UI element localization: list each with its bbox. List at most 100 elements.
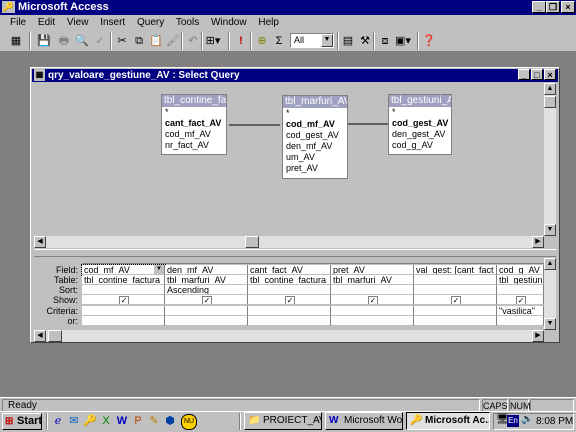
field-item[interactable]: * xyxy=(389,107,451,118)
field-cell[interactable]: cant_fact_AV xyxy=(248,265,331,275)
sort-cell[interactable] xyxy=(82,285,165,295)
table-cell[interactable]: tbl_marfuri_AV xyxy=(331,275,414,285)
field-item[interactable]: cod_gest_AV xyxy=(389,118,451,129)
outlook-express-icon[interactable]: ✉ xyxy=(67,414,81,428)
sort-cell[interactable] xyxy=(414,285,497,295)
show-cell[interactable]: ✓ xyxy=(414,295,497,305)
chevron-down-icon[interactable]: ▼ xyxy=(153,265,164,274)
scroll-left-arrow-icon[interactable]: ◀ xyxy=(34,330,46,342)
field-cell[interactable]: cod_mf_AV ▼ xyxy=(81,264,166,276)
task-label: Microsoft Word ... xyxy=(344,415,403,426)
scroll-right-arrow-icon[interactable]: ▶ xyxy=(532,330,544,342)
frontpage-icon[interactable]: ⬢ xyxy=(163,414,177,428)
word-shortcut-icon[interactable]: W xyxy=(115,414,129,428)
criteria-cell[interactable]: "vasilica" xyxy=(497,306,544,316)
show-cell[interactable]: ✓ xyxy=(497,295,544,305)
show-checkbox[interactable]: ✓ xyxy=(368,296,378,304)
row-label-table: Table: xyxy=(53,275,78,285)
table-box-gestiuni[interactable]: tbl_gestiuni_AV * cod_gest_AV den_gest_A… xyxy=(388,94,452,155)
field-item[interactable]: cod_gest_AV xyxy=(283,130,347,141)
show-checkbox[interactable]: ✓ xyxy=(516,296,526,304)
sort-cell[interactable]: Ascending xyxy=(165,285,248,295)
access-shortcut-icon[interactable]: 🔑 xyxy=(83,414,97,428)
field-item[interactable]: pret_AV xyxy=(283,163,347,174)
criteria-cell[interactable] xyxy=(82,306,165,316)
scroll-thumb[interactable] xyxy=(48,330,62,342)
volume-icon[interactable]: 🔊 xyxy=(521,414,533,425)
table-box-contine-factura[interactable]: tbl_contine_factu * cant_fact_AV cod_mf_… xyxy=(161,94,227,155)
clock: 8:08 PM xyxy=(536,416,574,427)
status-bar: Ready CAPS NUM xyxy=(0,397,576,412)
sort-cell[interactable] xyxy=(248,285,331,295)
criteria-cell[interactable] xyxy=(414,306,497,316)
language-indicator[interactable]: En xyxy=(507,415,519,427)
scroll-down-arrow-icon[interactable]: ▼ xyxy=(544,224,556,236)
or-cell[interactable] xyxy=(414,316,497,326)
scroll-up-arrow-icon[interactable]: ▲ xyxy=(544,83,556,95)
task-label: Microsoft Ac... xyxy=(425,415,490,426)
folder-icon: 📁 xyxy=(248,415,261,426)
scroll-right-arrow-icon[interactable]: ▶ xyxy=(532,236,544,248)
field-item[interactable]: cant_fact_AV xyxy=(162,118,226,129)
table-cell[interactable]: tbl_contine_factura xyxy=(82,275,165,285)
scroll-up-arrow-icon[interactable]: ▲ xyxy=(544,258,556,270)
field-item[interactable]: * xyxy=(283,108,347,119)
table-pane-horizontal-scrollbar[interactable] xyxy=(34,236,544,248)
show-checkbox[interactable]: ✓ xyxy=(285,296,295,304)
sort-cell[interactable] xyxy=(497,285,544,295)
table-cell[interactable] xyxy=(414,275,497,285)
field-item[interactable]: cod_g_AV xyxy=(389,140,451,151)
table-cell[interactable]: tbl_gestiuni_A xyxy=(497,275,544,285)
or-cell[interactable] xyxy=(248,316,331,326)
table-cell[interactable]: tbl_marfuri_AV xyxy=(165,275,248,285)
field-item[interactable]: cod_mf_AV xyxy=(162,129,226,140)
start-button[interactable]: ⊞ Start xyxy=(2,413,42,430)
or-cell[interactable] xyxy=(497,316,544,326)
scroll-down-arrow-icon[interactable]: ▼ xyxy=(544,318,556,330)
field-item[interactable]: nr_fact_AV xyxy=(162,140,226,151)
criteria-cell[interactable] xyxy=(248,306,331,316)
show-checkbox[interactable]: ✓ xyxy=(451,296,461,304)
show-checkbox[interactable]: ✓ xyxy=(119,296,129,304)
field-cell[interactable]: cod_g_AV xyxy=(497,265,544,275)
table-title[interactable]: tbl_marfuri_AV xyxy=(283,96,347,108)
powerpoint-shortcut-icon[interactable]: P xyxy=(131,414,145,428)
field-cell[interactable]: val_gest: [cant_fact xyxy=(414,265,497,275)
field-cell[interactable]: pret_AV xyxy=(331,265,414,275)
task-access[interactable]: 🔑 Microsoft Ac... xyxy=(406,412,490,430)
or-cell[interactable] xyxy=(82,316,165,326)
task-word[interactable]: W Microsoft Word ... xyxy=(325,412,403,430)
criteria-cell[interactable] xyxy=(331,306,414,316)
excel-shortcut-icon[interactable]: X xyxy=(99,414,113,428)
or-cell[interactable] xyxy=(331,316,414,326)
field-item[interactable]: den_gest_AV xyxy=(389,129,451,140)
table-title[interactable]: tbl_contine_factu xyxy=(162,95,226,107)
show-cell[interactable]: ✓ xyxy=(165,295,248,305)
sort-cell[interactable] xyxy=(331,285,414,295)
pane-splitter[interactable] xyxy=(34,249,556,257)
table-cell[interactable]: tbl_contine_factura xyxy=(248,275,331,285)
scroll-left-arrow-icon[interactable]: ◀ xyxy=(34,236,46,248)
criteria-cell[interactable] xyxy=(165,306,248,316)
paint-icon[interactable]: ✎ xyxy=(147,414,161,428)
field-item[interactable]: um_AV xyxy=(283,152,347,163)
field-item[interactable]: den_mf_AV xyxy=(283,141,347,152)
show-checkbox[interactable]: ✓ xyxy=(202,296,212,304)
table-box-marfuri[interactable]: tbl_marfuri_AV * cod_mf_AV cod_gest_AV d… xyxy=(282,95,348,179)
field-cell[interactable]: den_mf_AV xyxy=(165,265,248,275)
internet-explorer-icon[interactable]: ℯ xyxy=(51,414,65,428)
field-item[interactable]: * xyxy=(162,107,226,118)
scroll-thumb[interactable] xyxy=(544,96,556,108)
relationship-lines xyxy=(229,123,390,126)
scroll-thumb[interactable] xyxy=(245,236,259,248)
show-cell[interactable]: ✓ xyxy=(331,295,414,305)
table-title[interactable]: tbl_gestiuni_AV xyxy=(389,95,451,107)
taskbar-divider xyxy=(239,413,241,430)
field-item[interactable]: cod_mf_AV xyxy=(283,119,347,130)
or-cell[interactable] xyxy=(165,316,248,326)
norton-icon[interactable]: NU xyxy=(181,414,197,430)
task-proiect[interactable]: 📁 PROIECT_AV xyxy=(244,412,322,430)
show-cell[interactable]: ✓ xyxy=(248,295,331,305)
grid-horizontal-scrollbar[interactable] xyxy=(34,330,544,342)
show-cell[interactable]: ✓ xyxy=(82,295,165,305)
